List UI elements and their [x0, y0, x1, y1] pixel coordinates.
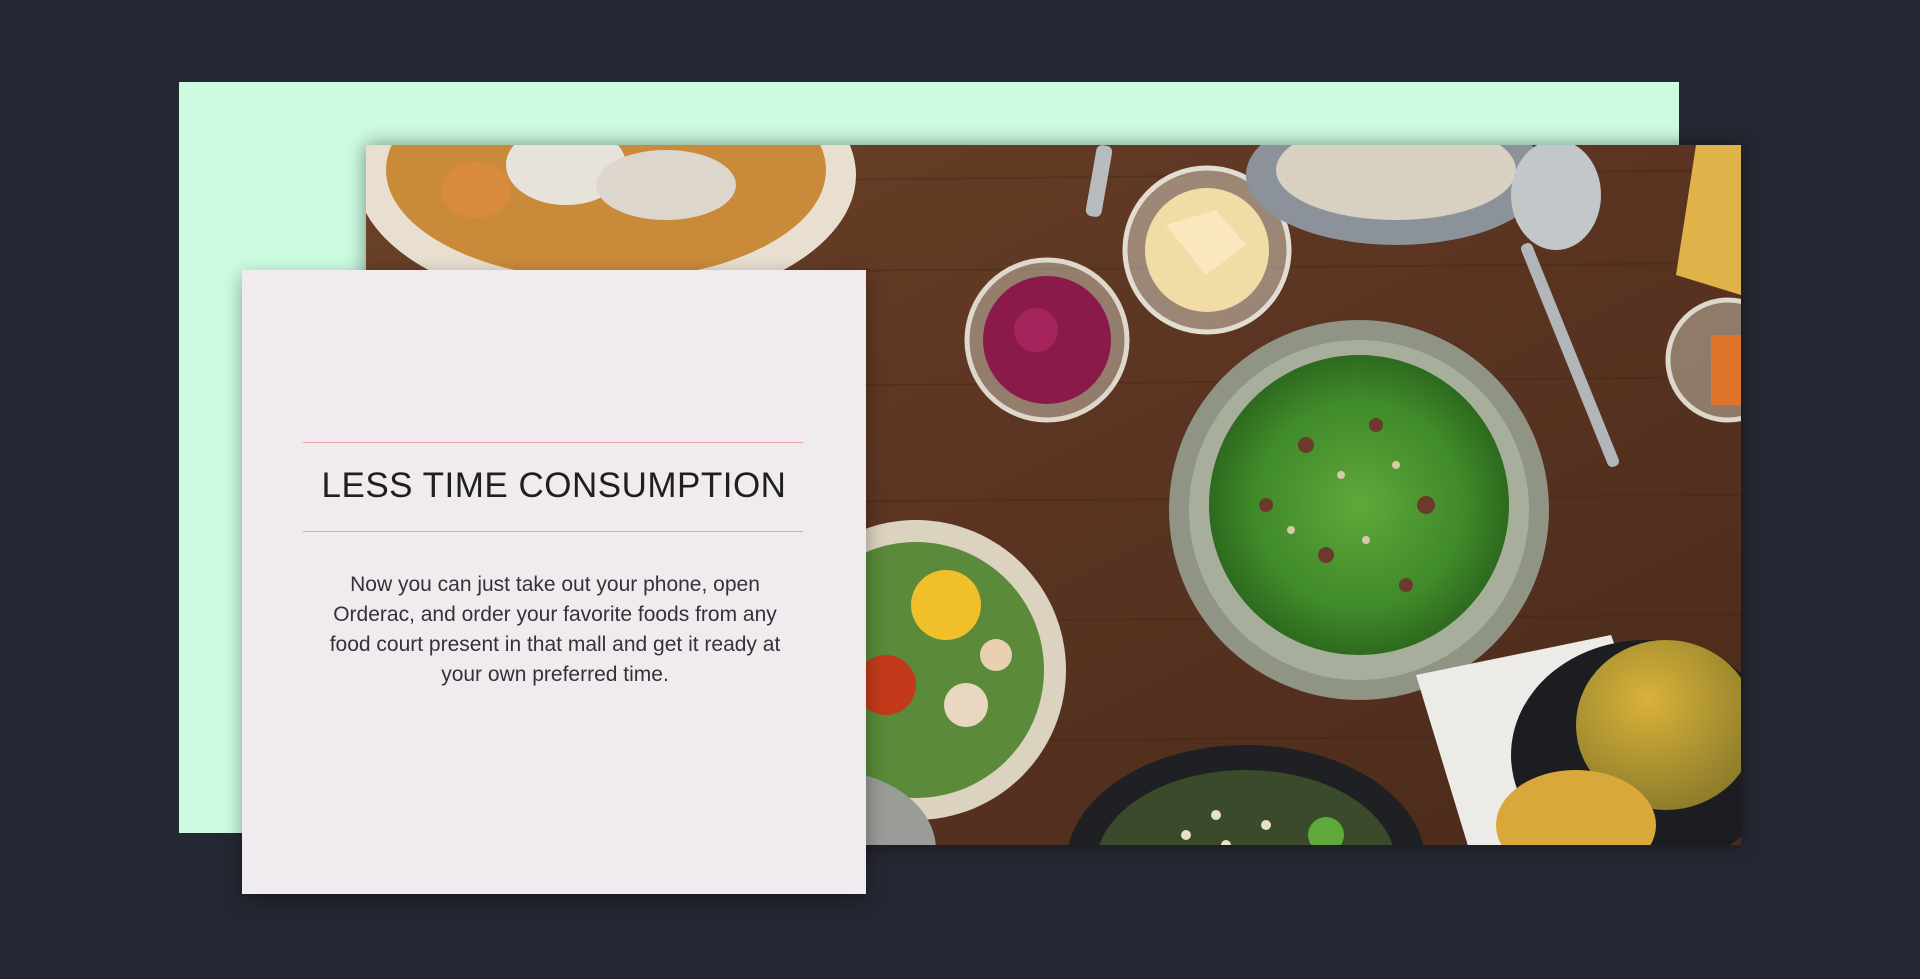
- feature-title: LESS TIME CONSUMPTION: [321, 466, 787, 505]
- slide: LESS TIME CONSUMPTION Now you can just t…: [0, 0, 1920, 979]
- feature-card: LESS TIME CONSUMPTION Now you can just t…: [242, 270, 866, 894]
- divider-bottom: [303, 531, 803, 532]
- feature-description: Now you can just take out your phone, op…: [329, 573, 781, 686]
- divider-top: [303, 442, 803, 443]
